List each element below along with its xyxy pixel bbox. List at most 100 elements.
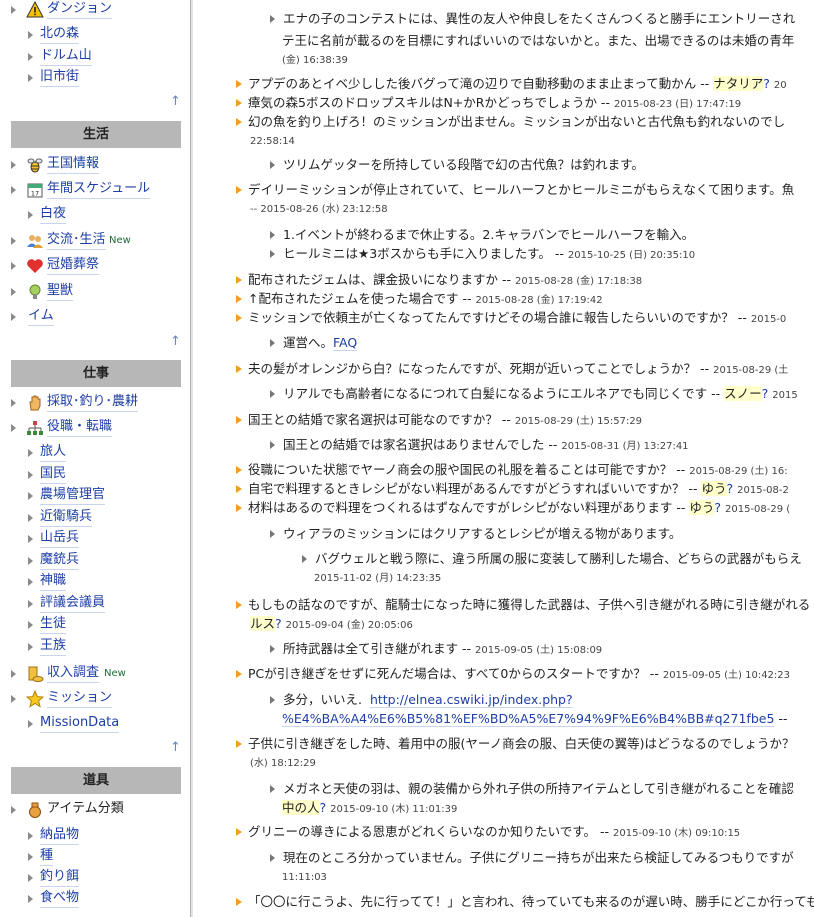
comment-date: 2015-08-28 (金) 17:19:42 [475,295,603,306]
comment-item: 「〇〇に行こうよ、先に行ってて！」と言われ、待っていても来るのが遅い時、勝手にど… [236,893,814,911]
expand-arrow-icon [11,670,16,678]
expand-arrow-icon [11,695,16,703]
reply-bullet-icon [270,14,275,23]
back-to-top-link[interactable]: ↑ [170,94,181,109]
comment-date: 2015-09-04 (金) 20:05:06 [285,620,413,631]
comment-date: 2015-0 [750,314,787,325]
comment-bullet-icon [236,600,242,609]
user-page-link[interactable]: ? [727,481,734,496]
comment-item: もしもの話なのですが、龍騎士になった時に獲得した武器は、子供へ引き継がれる時に引… [236,596,810,614]
comment-list: エナの子のコンテストには、異性の友人や仲良しをたくさんつくると勝手にエントリーさ… [194,0,814,917]
user-page-link[interactable]: ? [275,616,282,631]
comment-item: 幻の魚を釣り上げろ！のミッションが出ません。ミッションが出ないと古代魚も釣れない… [236,113,785,131]
section-header-work: 仕事 [11,360,181,387]
comment-reply: 多分，いいえ. http://elnea.cswiki.jp/index.php… [270,691,573,709]
comment-item: 夫の髪がオレンジから白？になったんですが、死期が近いってことでしょうか？ -- … [236,360,788,380]
user-page-link[interactable]: ? [763,76,770,91]
expand-arrow-icon [28,643,33,651]
comment-bullet-icon [236,484,242,493]
heart-icon [26,257,44,275]
comment-bullet-icon [236,79,242,88]
sidebar-item-label: 旧市街 [40,68,80,87]
comment-date: -- 2015-08-26 (水) 23:12:58 [250,204,388,215]
sidebar-item-label: 白夜 [40,205,67,224]
sidebar-item-label: 釣り餌 [40,868,80,887]
comment-reply: 所持武器は全て引き継がれます -- 2015-09-05 (土) 15:08:0… [270,640,602,660]
sidebar-item-label: 旅人 [40,443,67,462]
bee-icon [26,156,44,174]
expand-arrow-icon [11,262,16,270]
commenter-name: 中の人 [282,800,320,815]
comment-date: 2015-10-25 (日) 20:35:10 [567,250,696,261]
sidebar-item-label: イム [28,307,54,326]
expand-arrow-icon [28,720,33,728]
expand-arrow-icon [11,806,16,814]
expand-arrow-icon [11,237,16,245]
comment-date: 2015-08-28 (金) 17:18:38 [514,276,643,287]
section-header-life: 生活 [11,121,181,148]
comment-date: 22:58:14 [250,136,295,147]
expand-arrow-icon [28,53,33,61]
sidebar-item-label: 生徒 [40,615,67,634]
sidebar-item-label: 収入調査 [47,664,100,683]
expand-arrow-icon [28,621,33,629]
expand-arrow-icon [28,853,33,861]
comment-date: 2015-09-05 (土) 10:42:23 [662,670,791,681]
user-page-link[interactable]: ? [762,386,769,401]
back-to-top-link[interactable]: ↑ [170,334,181,349]
sidebar-item-label: 国民 [40,465,67,484]
comment-item: アプデのあとイベ少しした後バグって滝の辺りで自動移動のまま止まって動かん -- … [236,75,787,95]
reply-bullet-icon [270,529,275,538]
comment-signature: 中の人? 2015-09-10 (木) 11:01:39 [282,799,457,819]
expand-arrow-icon [28,535,33,543]
comment-item: 瘴気の森5ボスのドロップスキルはN+かRかどっちでしょうか -- 2015-08… [236,94,741,114]
expand-arrow-icon [28,874,33,882]
reply-bullet-icon [270,695,275,704]
back-to-top-link[interactable]: ↑ [170,740,181,755]
comment-item: グリニーの導きによる恩恵がどれくらいなのか知りたいです。 -- 2015-09-… [236,823,740,843]
sidebar-item-label: ダンジョン [47,0,113,19]
reply-bullet-icon [302,554,307,563]
expand-arrow-icon [11,399,16,407]
expand-arrow-icon [11,161,16,169]
faq-link[interactable]: FAQ [333,335,358,351]
sidebar: ダンジョン 北の森 ドルム山 旧市街 ↑ 生活 王国情報 17 年間スケジュール … [0,0,191,917]
sidebar-item-label: 王族 [40,637,67,656]
expand-arrow-icon [28,449,33,457]
expand-arrow-icon [28,832,33,840]
expand-arrow-icon [28,600,33,608]
expand-arrow-icon [28,31,33,39]
sidebar-item-dungeon[interactable]: ダンジョン [11,0,190,20]
sidebar-item-label: ドルム山 [40,47,92,66]
commenter-name: ゆう [689,500,715,515]
user-page-link[interactable]: ? [320,800,327,815]
wiki-link[interactable]: http://elnea.cswiki.jp/index.php? [369,692,573,708]
expand-arrow-icon [28,74,33,82]
reply-bullet-icon [270,160,275,169]
expand-arrow-icon [11,424,16,432]
comment-reply: 国王との結婚では家名選択はありませんでした -- 2015-08-31 (月) … [270,436,689,456]
user-page-link[interactable]: ? [714,500,721,515]
star-icon [25,689,45,708]
sidebar-item-label: 交流･生活 [47,231,106,250]
comment-bullet-icon [236,739,242,748]
comment-item: 国王との結婚で家名選択は可能なのですか？ -- 2015-08-29 (土) 1… [236,411,642,431]
new-badge: New [104,668,126,679]
comment-item: ↑配布されたジェムを使った場合です -- 2015-08-28 (金) 17:1… [236,290,603,310]
sidebar-item-label: 農場管理官 [40,486,106,505]
comment-item: ミッションで依頼主が亡くなってたんですけどその場合誰に報告したらいいのですか？ … [236,309,786,329]
reply-bullet-icon [270,644,275,653]
comment-date: 11:11:03 [282,872,327,883]
expand-arrow-icon [28,492,33,500]
comment-signature: ルス? 2015-09-04 (金) 20:05:06 [250,615,413,635]
comment-date: 2015-09-05 (土) 15:08:09 [474,645,603,656]
wiki-link-continued[interactable]: %E4%BA%A4%E6%B5%81%EF%BD%A5%E7%94%9F%E6%… [282,711,775,727]
sidebar-item-label: 納品物 [40,826,80,845]
comment-reply-nested: バグウェルと戦う際に、違う所属の服に変装して勝利した場合、どちらの武器がもらえ [302,550,802,568]
people-icon [26,232,44,250]
sidebar-item-label: 聖獣 [47,282,74,301]
commenter-name: スノー [724,386,762,401]
comment-item: PCが引き継ぎをせずに死んだ場合は、すべて0からのスタートですか？ -- 201… [236,665,790,685]
lightbulb-icon [26,283,44,301]
comment-item: 配布されたジェムは、課金扱いになりますか -- 2015-08-28 (金) 1… [236,271,642,291]
